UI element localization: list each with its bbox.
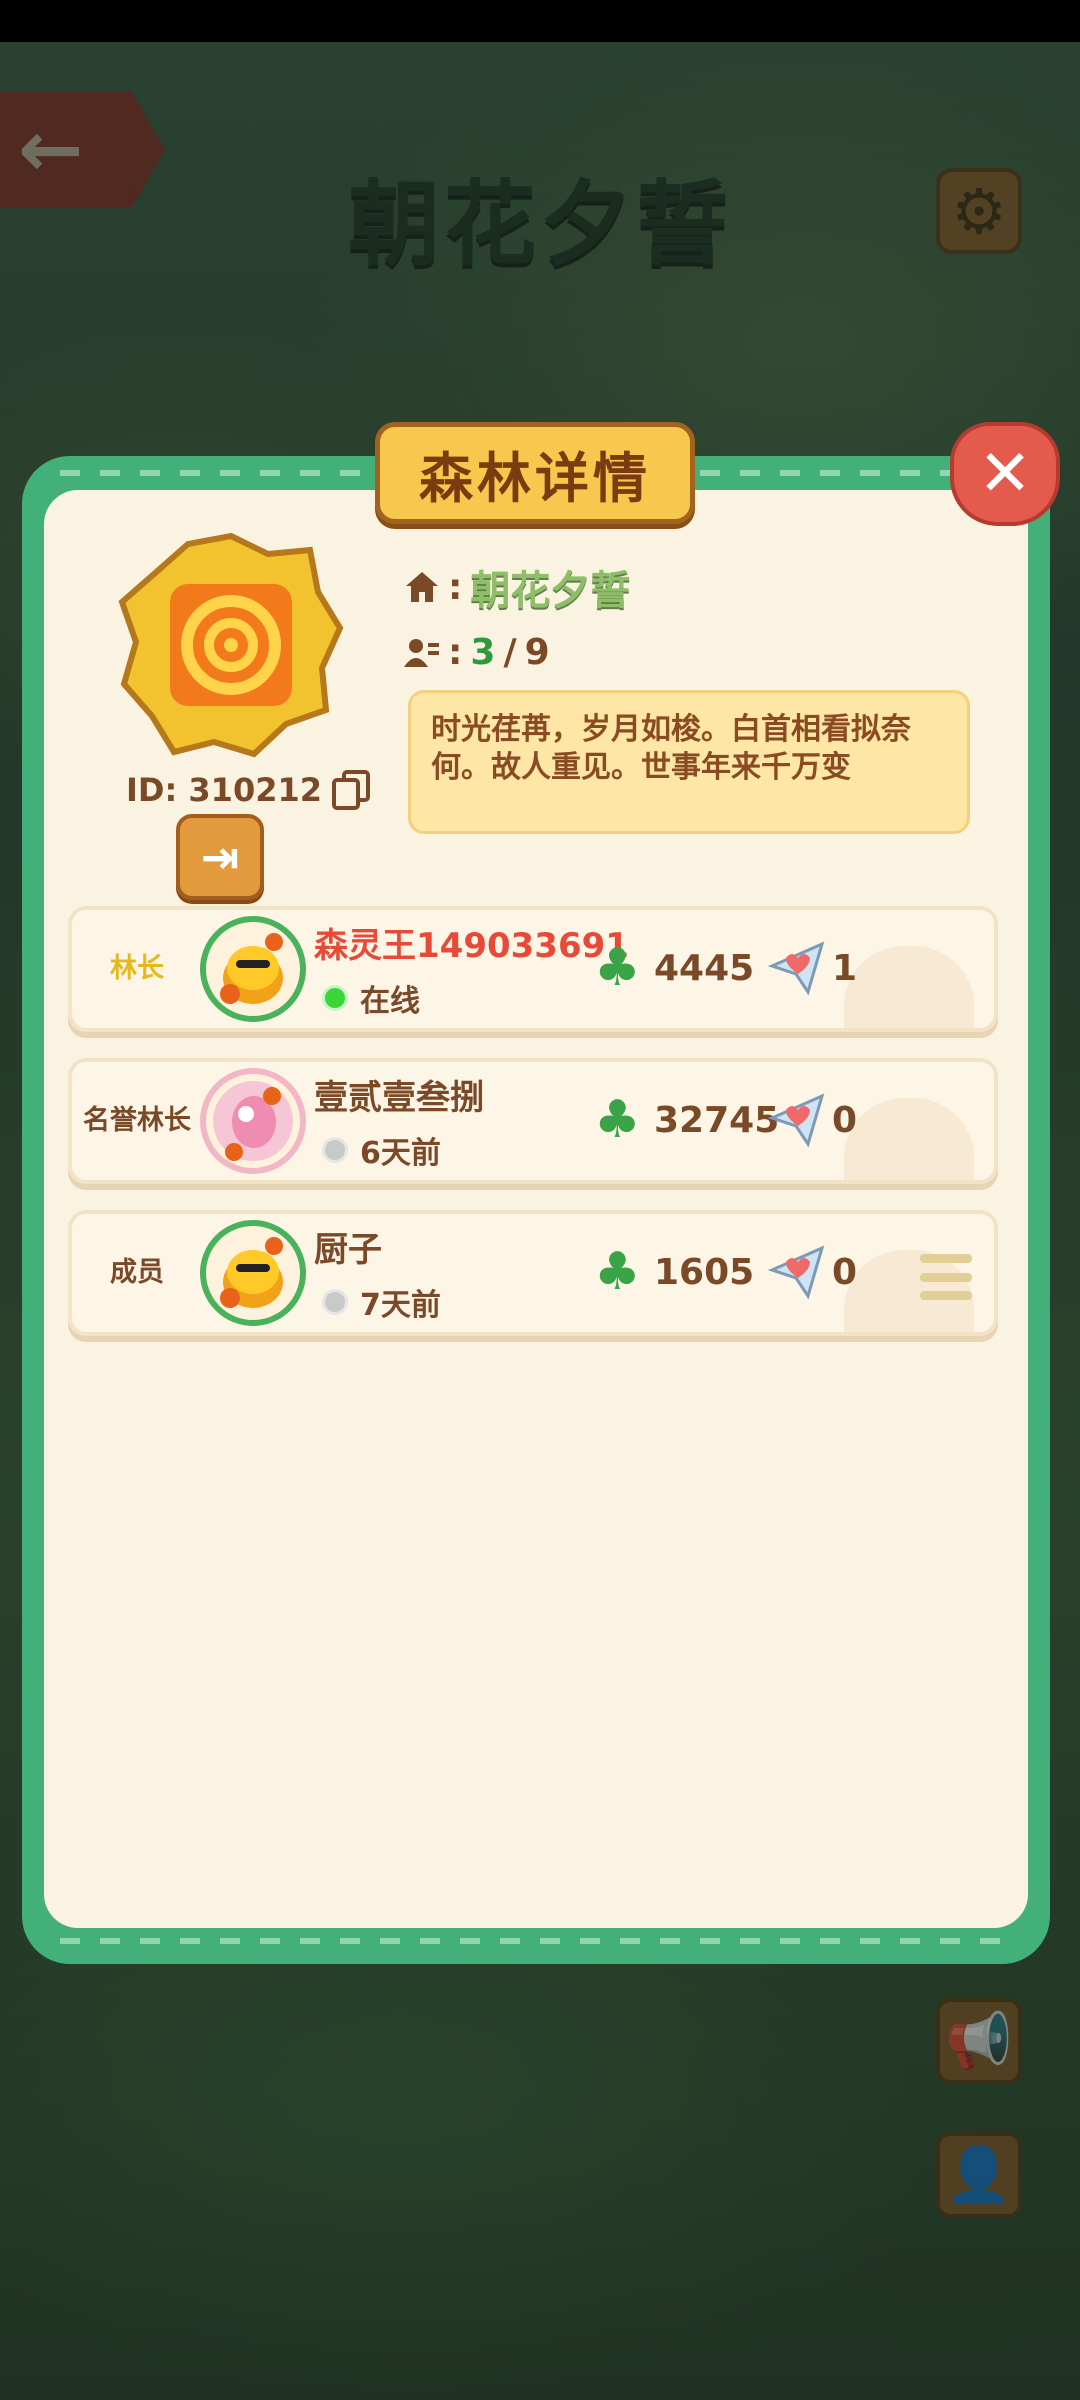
status-bar xyxy=(0,0,1080,42)
close-icon: ✕ xyxy=(978,437,1032,511)
member-count-row: : 3 / 9 xyxy=(404,632,550,673)
member-clovers: 1605 xyxy=(654,1252,755,1293)
offline-dot-icon xyxy=(322,1289,348,1315)
member-clovers: 32745 xyxy=(654,1100,780,1141)
menu-icon xyxy=(920,1254,972,1263)
clover-icon: ♣ xyxy=(594,938,641,998)
dialog-border-decoration xyxy=(60,1938,1020,1944)
member-row[interactable]: 成员 厨子 7天前 ♣ 1605 0 xyxy=(68,1210,998,1336)
paper-plane-heart-icon xyxy=(768,1245,825,1300)
member-clovers: 4445 xyxy=(654,948,755,989)
member-likes: 0 xyxy=(832,1100,858,1141)
member-status-text: 7天前 xyxy=(360,1288,441,1323)
close-button[interactable]: ✕ xyxy=(950,422,1060,526)
member-role-line: 林长 xyxy=(137,1105,191,1136)
clover-icon: ♣ xyxy=(594,1242,641,1302)
online-dot-icon xyxy=(322,985,348,1011)
member-name: 厨子 xyxy=(314,1230,382,1270)
member-status-text: 6天前 xyxy=(360,1136,441,1171)
member-row[interactable]: 名誉 林长 壹贰壹叁捌 6天前 ♣ 32745 0 xyxy=(68,1058,998,1184)
forest-id: ID: 310212 xyxy=(126,771,322,809)
member-likes: 1 xyxy=(832,948,858,989)
member-likes: 0 xyxy=(832,1252,858,1293)
member-status: 7天前 xyxy=(322,1280,441,1324)
member-count-current: 3 xyxy=(470,632,496,673)
card-decoration xyxy=(844,946,974,1028)
member-status-text: 在线 xyxy=(360,984,420,1019)
forest-name-row: : 朝花夕誓 xyxy=(404,558,630,616)
home-icon xyxy=(406,572,438,602)
forest-emblem xyxy=(118,532,344,758)
avatar[interactable] xyxy=(200,1220,306,1326)
member-menu-button[interactable] xyxy=(920,1254,972,1300)
member-role-line: 名誉 xyxy=(83,1105,137,1136)
member-role: 名誉 林长 xyxy=(82,1062,192,1180)
member-role: 成员 xyxy=(110,1257,164,1288)
avatar[interactable] xyxy=(200,1068,306,1174)
forest-id-row: ID: 310212 xyxy=(126,768,370,812)
member-count-sep: / xyxy=(503,632,517,673)
member-name: 壹贰壹叁捌 xyxy=(314,1078,484,1118)
member-role: 林长 xyxy=(110,953,164,984)
forest-name: 朝花夕誓 xyxy=(470,568,631,614)
member-status: 6天前 xyxy=(322,1128,441,1172)
exit-icon: ⇥ xyxy=(200,830,240,884)
avatar[interactable] xyxy=(200,916,306,1022)
paper-plane-heart-icon xyxy=(768,941,825,996)
dialog-title: 森林详情 xyxy=(375,422,695,524)
paper-plane-heart-icon xyxy=(768,1093,825,1148)
clover-icon: ♣ xyxy=(594,1090,641,1150)
member-name: 森灵王149033691 xyxy=(314,926,629,966)
exit-forest-button[interactable]: ⇥ xyxy=(176,814,264,900)
card-decoration xyxy=(844,1098,974,1180)
home-separator: : xyxy=(448,566,463,608)
forest-description: 时光荏苒，岁月如梭。白首相看拟奈何。故人重见。世事年来千万变 xyxy=(408,690,970,834)
people-separator: : xyxy=(448,632,463,673)
member-count-max: 9 xyxy=(524,632,550,673)
copy-icon[interactable] xyxy=(332,770,370,810)
member-status: 在线 xyxy=(322,976,420,1020)
member-row[interactable]: 林长 森灵王149033691 在线 ♣ 4445 1 xyxy=(68,906,998,1032)
offline-dot-icon xyxy=(322,1137,348,1163)
people-icon xyxy=(404,638,439,667)
